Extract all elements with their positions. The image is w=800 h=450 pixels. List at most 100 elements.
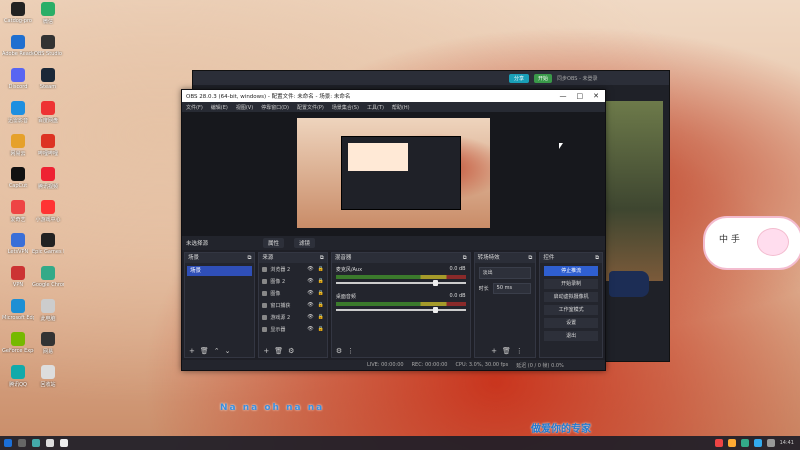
studio-mode-button[interactable]: 工作室模式: [544, 305, 598, 315]
volume-slider[interactable]: [335, 307, 466, 313]
desktop-icon-label: 迅雷影音: [7, 118, 28, 124]
source-item[interactable]: 显示器 👁 🔒: [259, 323, 326, 335]
desktop-icon[interactable]: 腾讯视频: [32, 167, 64, 190]
visibility-icon[interactable]: 👁: [307, 278, 313, 284]
desktop-icon[interactable]: 网易云: [2, 134, 34, 157]
tray-app-icon[interactable]: [727, 439, 736, 447]
scene-list-item[interactable]: 场景: [187, 266, 253, 276]
desktop-icon[interactable]: Microsoft Edge: [2, 299, 34, 321]
tray-app-icon[interactable]: [740, 439, 749, 447]
app-icon: [41, 365, 55, 379]
transition-select[interactable]: 淡出: [478, 267, 532, 279]
source-settings-icon[interactable]: ⚙: [288, 347, 294, 355]
desktop-icon[interactable]: Discord: [2, 68, 34, 90]
desktop-icon[interactable]: GeForce Experience: [2, 332, 34, 354]
menu-edit[interactable]: 编辑(E): [211, 104, 228, 111]
lock-icon[interactable]: 🔒: [318, 326, 324, 332]
add-scene-button[interactable]: +: [189, 347, 195, 355]
search-icon[interactable]: [18, 439, 26, 447]
source-type-icon: [262, 278, 268, 284]
tray-app-icon[interactable]: [714, 439, 723, 447]
desktop-icon[interactable]: Epic Games Launcher: [32, 233, 64, 255]
visibility-icon[interactable]: 👁: [307, 326, 313, 332]
minimize-button[interactable]: —: [560, 92, 567, 100]
tray-app-icon[interactable]: [753, 439, 762, 447]
add-source-button[interactable]: +: [263, 347, 269, 355]
virtual-camera-button[interactable]: 启动虚拟摄像机: [544, 292, 598, 302]
start-recording-button[interactable]: 开始录制: [544, 279, 598, 289]
network-icon[interactable]: [766, 439, 775, 447]
lock-icon[interactable]: 🔒: [318, 302, 324, 308]
duration-input[interactable]: 50 ms: [492, 283, 532, 294]
menu-help[interactable]: 帮助(H): [392, 104, 410, 111]
close-button[interactable]: ✕: [593, 92, 599, 100]
remove-transition-button[interactable]: 🗑: [502, 347, 511, 355]
obs-preview[interactable]: [182, 112, 605, 236]
desktop-icon[interactable]: LetsVPN: [2, 233, 34, 255]
menu-docks[interactable]: 停靠窗口(D): [261, 104, 289, 111]
visibility-icon[interactable]: 👁: [307, 290, 313, 296]
controls-dock: 控件 ⧉ 停止推流 开始录制 启动虚拟摄像机 工作室模式 设置 退出: [539, 252, 603, 358]
dropped-frames-status: 延迟 (0 / 0 帧) 0.0%: [516, 362, 564, 369]
filters-button[interactable]: 滤镜: [294, 238, 316, 248]
menu-view[interactable]: 视图(V): [236, 104, 253, 111]
taskview-icon[interactable]: [32, 439, 40, 447]
desktop-icon[interactable]: 腾讯QQ: [2, 365, 34, 388]
move-up-icon[interactable]: ⌃: [214, 347, 220, 355]
desktop-icon[interactable]: 微信: [32, 2, 64, 25]
transition-menu-icon[interactable]: ⋮: [516, 347, 523, 355]
remove-scene-button[interactable]: 🗑: [200, 347, 209, 355]
move-down-icon[interactable]: ⌄: [225, 347, 231, 355]
desktop-icon[interactable]: OBS Studio: [32, 35, 64, 57]
file-explorer-icon[interactable]: [46, 439, 54, 447]
share-button[interactable]: 分享: [509, 73, 530, 83]
desktop-icon[interactable]: VPN: [2, 266, 34, 288]
clock[interactable]: 14:41: [780, 440, 794, 446]
source-item[interactable]: 窗口捕获 👁 🔒: [259, 299, 326, 311]
volume-slider[interactable]: [335, 280, 466, 286]
lock-icon[interactable]: 🔒: [318, 290, 324, 296]
stop-stream-button[interactable]: 停止推流: [544, 266, 598, 276]
maximize-button[interactable]: □: [577, 92, 584, 100]
menu-profile[interactable]: 配置文件(P): [297, 104, 324, 111]
desktop-icon[interactable]: 小游戏中心: [32, 200, 64, 223]
menu-scene-collection[interactable]: 场景集合(S): [332, 104, 359, 111]
properties-button[interactable]: 属性: [263, 238, 285, 248]
source-item[interactable]: 图像 👁 🔒: [259, 287, 326, 299]
desktop-icon[interactable]: 百度网盘: [32, 101, 64, 124]
desktop-icon[interactable]: 爱奇艺: [2, 200, 34, 223]
desktop-icon[interactable]: Google Chrome: [32, 266, 64, 288]
mixer-menu-icon[interactable]: ⋮: [347, 347, 354, 355]
add-transition-button[interactable]: +: [491, 347, 497, 355]
desktop-icon[interactable]: 回收站: [32, 365, 64, 388]
desktop-icon[interactable]: Catdog-pro: [2, 2, 34, 24]
desktop-icon[interactable]: Steam: [32, 68, 64, 90]
desktop-icon[interactable]: CapCut: [2, 167, 34, 189]
exit-button[interactable]: 退出: [544, 331, 598, 341]
source-item[interactable]: 游戏源 2 👁 🔒: [259, 311, 326, 323]
desktop-icon[interactable]: 此电脑: [32, 299, 64, 322]
visibility-icon[interactable]: 👁: [307, 266, 313, 272]
source-item[interactable]: 浏览器 2 👁 🔒: [259, 263, 326, 275]
lock-icon[interactable]: 🔒: [318, 266, 324, 272]
remove-source-button[interactable]: 🗑: [274, 347, 283, 355]
menu-tools[interactable]: 工具(T): [367, 104, 384, 111]
start-icon[interactable]: [4, 439, 12, 447]
menu-file[interactable]: 文件(F): [186, 104, 203, 111]
obs-window[interactable]: OBS 28.0.3 (64-bit, windows) - 配置文件: 未命名…: [181, 89, 606, 371]
lock-icon[interactable]: 🔒: [318, 278, 324, 284]
audio-meter: [335, 302, 466, 306]
start-button[interactable]: 开始: [534, 73, 553, 83]
app-icon: [41, 35, 55, 49]
desktop-icon[interactable]: Adobe Reader: [2, 35, 34, 57]
desktop-icon[interactable]: 哔哩哔哩: [32, 134, 64, 157]
visibility-icon[interactable]: 👁: [307, 302, 313, 308]
lock-icon[interactable]: 🔒: [318, 314, 324, 320]
source-item[interactable]: 图像 2 👁 🔒: [259, 275, 326, 287]
desktop-icon[interactable]: 网易: [32, 332, 64, 355]
mixer-settings-icon[interactable]: ⚙: [336, 347, 342, 355]
visibility-icon[interactable]: 👁: [307, 314, 313, 320]
app-icon[interactable]: [60, 439, 68, 447]
settings-button[interactable]: 设置: [544, 318, 598, 328]
desktop-icon[interactable]: 迅雷影音: [2, 101, 34, 124]
